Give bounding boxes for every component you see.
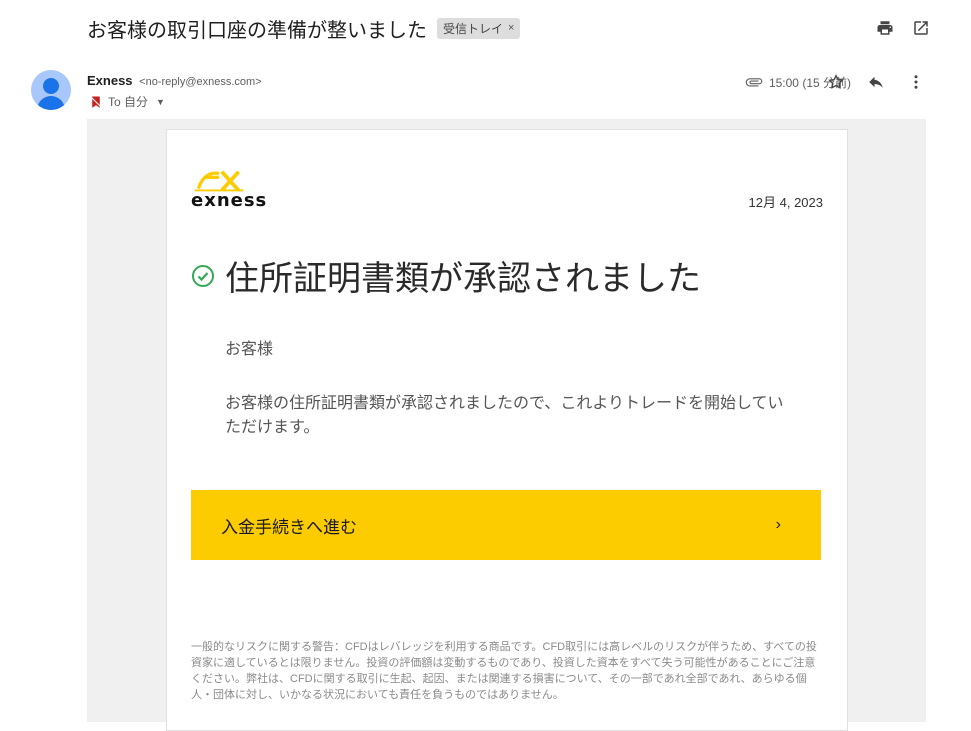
avatar-head	[43, 78, 59, 94]
reply-icon[interactable]	[866, 72, 886, 92]
sender-name[interactable]: Exness	[87, 73, 133, 88]
risk-disclaimer: 一般的なリスクに関する警告：CFDはレバレッジを利用する商品です。CFD取引には…	[191, 641, 817, 701]
paperclip-icon	[745, 78, 763, 87]
exness-logo-text: exness	[191, 190, 268, 211]
open-in-new-icon[interactable]	[911, 18, 931, 38]
check-circle-icon	[192, 264, 214, 287]
message-actions	[826, 72, 926, 92]
sender-email: <no-reply@exness.com>	[139, 76, 262, 88]
more-vert-icon[interactable]	[906, 72, 926, 92]
remove-label-button[interactable]: ×	[508, 22, 514, 34]
top-actions	[875, 18, 931, 38]
email-body-text: お客様の住所証明書類が承認されましたので、これよりトレードを開始していただけます…	[225, 395, 784, 436]
chevron-right-icon: ›	[775, 516, 781, 533]
email-greeting: お客様	[225, 341, 274, 358]
deposit-cta-button[interactable]: 入金手続きへ進む ›	[191, 490, 821, 560]
email-headline: 住所証明書類が承認されました	[225, 260, 701, 298]
important-marker-icon[interactable]	[89, 95, 103, 109]
sender-avatar[interactable]	[31, 70, 71, 110]
sender-row: Exness <no-reply@exness.com>	[87, 73, 262, 88]
email-card: exness 12月 4, 2023 住所証明書類が承認されました お客様 お客…	[166, 129, 848, 731]
chevron-down-icon[interactable]: ▼	[156, 97, 165, 107]
email-body-frame: exness 12月 4, 2023 住所証明書類が承認されました お客様 お客…	[87, 119, 926, 731]
print-icon[interactable]	[875, 18, 895, 38]
headline-row: 住所証明書類が承認されました	[191, 251, 701, 300]
recipient-text: To 自分	[108, 95, 149, 109]
avatar-body	[37, 96, 65, 110]
inbox-label-text: 受信トレイ	[443, 21, 504, 36]
recipient-row: To 自分 ▼	[89, 93, 165, 110]
deposit-cta-label: 入金手続きへ進む	[221, 517, 357, 537]
inbox-label-chip[interactable]: 受信トレイ ×	[437, 17, 521, 39]
email-subject: お客様の取引口座の準備が整いました	[87, 19, 427, 42]
email-date: 12月 4, 2023	[748, 195, 823, 210]
subject-row: お客様の取引口座の準備が整いました 受信トレイ ×	[87, 13, 521, 43]
exness-logo: exness	[191, 168, 267, 211]
star-icon[interactable]	[826, 72, 846, 92]
